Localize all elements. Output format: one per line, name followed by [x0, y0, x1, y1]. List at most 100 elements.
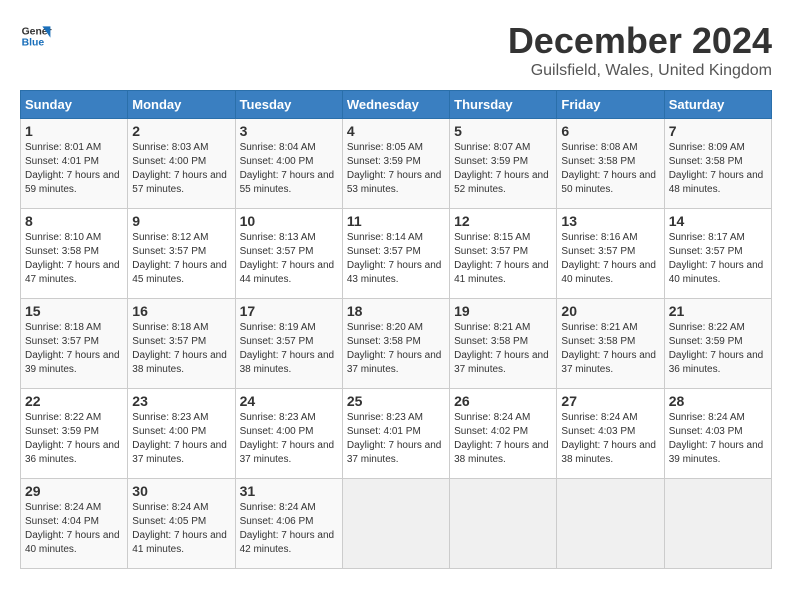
- calendar-day-cell: 18 Sunrise: 8:20 AM Sunset: 3:58 PM Dayl…: [342, 299, 449, 389]
- daylight-label: Daylight: 7 hours and 39 minutes.: [669, 440, 764, 465]
- calendar-day-cell: [557, 479, 664, 569]
- sunrise-label: Sunrise: 8:16 AM: [561, 232, 637, 243]
- calendar-day-cell: 21 Sunrise: 8:22 AM Sunset: 3:59 PM Dayl…: [664, 299, 771, 389]
- sunset-label: Sunset: 4:03 PM: [669, 426, 743, 437]
- weekday-header: Saturday: [664, 91, 771, 119]
- sunset-label: Sunset: 4:00 PM: [132, 426, 206, 437]
- day-info: Sunrise: 8:24 AM Sunset: 4:05 PM Dayligh…: [132, 501, 230, 557]
- day-info: Sunrise: 8:21 AM Sunset: 3:58 PM Dayligh…: [454, 321, 552, 377]
- calendar-day-cell: 25 Sunrise: 8:23 AM Sunset: 4:01 PM Dayl…: [342, 389, 449, 479]
- sunset-label: Sunset: 4:01 PM: [347, 426, 421, 437]
- calendar-day-cell: 23 Sunrise: 8:23 AM Sunset: 4:00 PM Dayl…: [128, 389, 235, 479]
- calendar-day-cell: 10 Sunrise: 8:13 AM Sunset: 3:57 PM Dayl…: [235, 209, 342, 299]
- sunset-label: Sunset: 3:57 PM: [240, 336, 314, 347]
- day-info: Sunrise: 8:16 AM Sunset: 3:57 PM Dayligh…: [561, 231, 659, 287]
- title-area: December 2024 Guilsfield, Wales, United …: [508, 20, 772, 80]
- day-number: 14: [669, 213, 767, 229]
- day-number: 4: [347, 123, 445, 139]
- weekday-header: Tuesday: [235, 91, 342, 119]
- day-info: Sunrise: 8:17 AM Sunset: 3:57 PM Dayligh…: [669, 231, 767, 287]
- daylight-label: Daylight: 7 hours and 43 minutes.: [347, 260, 442, 285]
- daylight-label: Daylight: 7 hours and 59 minutes.: [25, 170, 120, 195]
- day-info: Sunrise: 8:23 AM Sunset: 4:00 PM Dayligh…: [240, 411, 338, 467]
- logo: General Blue: [20, 20, 52, 52]
- calendar-day-cell: [664, 479, 771, 569]
- sunrise-label: Sunrise: 8:24 AM: [240, 502, 316, 513]
- day-info: Sunrise: 8:04 AM Sunset: 4:00 PM Dayligh…: [240, 141, 338, 197]
- daylight-label: Daylight: 7 hours and 52 minutes.: [454, 170, 549, 195]
- calendar-day-cell: 16 Sunrise: 8:18 AM Sunset: 3:57 PM Dayl…: [128, 299, 235, 389]
- sunrise-label: Sunrise: 8:01 AM: [25, 142, 101, 153]
- day-number: 13: [561, 213, 659, 229]
- day-number: 31: [240, 483, 338, 499]
- sunset-label: Sunset: 3:59 PM: [454, 156, 528, 167]
- calendar-day-cell: 24 Sunrise: 8:23 AM Sunset: 4:00 PM Dayl…: [235, 389, 342, 479]
- daylight-label: Daylight: 7 hours and 50 minutes.: [561, 170, 656, 195]
- calendar-week-row: 22 Sunrise: 8:22 AM Sunset: 3:59 PM Dayl…: [21, 389, 772, 479]
- day-info: Sunrise: 8:03 AM Sunset: 4:00 PM Dayligh…: [132, 141, 230, 197]
- daylight-label: Daylight: 7 hours and 41 minutes.: [132, 530, 227, 555]
- sunset-label: Sunset: 3:58 PM: [347, 336, 421, 347]
- sunrise-label: Sunrise: 8:18 AM: [132, 322, 208, 333]
- weekday-header: Friday: [557, 91, 664, 119]
- sunset-label: Sunset: 3:58 PM: [561, 156, 635, 167]
- day-number: 17: [240, 303, 338, 319]
- day-info: Sunrise: 8:24 AM Sunset: 4:04 PM Dayligh…: [25, 501, 123, 557]
- daylight-label: Daylight: 7 hours and 38 minutes.: [561, 440, 656, 465]
- sunrise-label: Sunrise: 8:24 AM: [25, 502, 101, 513]
- day-info: Sunrise: 8:10 AM Sunset: 3:58 PM Dayligh…: [25, 231, 123, 287]
- day-number: 10: [240, 213, 338, 229]
- day-info: Sunrise: 8:09 AM Sunset: 3:58 PM Dayligh…: [669, 141, 767, 197]
- sunrise-label: Sunrise: 8:21 AM: [561, 322, 637, 333]
- sunset-label: Sunset: 3:57 PM: [561, 246, 635, 257]
- sunset-label: Sunset: 3:57 PM: [669, 246, 743, 257]
- calendar-day-cell: [342, 479, 449, 569]
- day-number: 23: [132, 393, 230, 409]
- calendar-day-cell: 17 Sunrise: 8:19 AM Sunset: 3:57 PM Dayl…: [235, 299, 342, 389]
- calendar-day-cell: 8 Sunrise: 8:10 AM Sunset: 3:58 PM Dayli…: [21, 209, 128, 299]
- sunset-label: Sunset: 3:57 PM: [347, 246, 421, 257]
- day-number: 28: [669, 393, 767, 409]
- daylight-label: Daylight: 7 hours and 44 minutes.: [240, 260, 335, 285]
- weekday-header: Wednesday: [342, 91, 449, 119]
- day-number: 27: [561, 393, 659, 409]
- sunset-label: Sunset: 3:57 PM: [132, 336, 206, 347]
- day-number: 20: [561, 303, 659, 319]
- sunrise-label: Sunrise: 8:24 AM: [454, 412, 530, 423]
- sunrise-label: Sunrise: 8:23 AM: [240, 412, 316, 423]
- day-info: Sunrise: 8:18 AM Sunset: 3:57 PM Dayligh…: [132, 321, 230, 377]
- page-subtitle: Guilsfield, Wales, United Kingdom: [508, 62, 772, 80]
- sunset-label: Sunset: 3:57 PM: [25, 336, 99, 347]
- sunset-label: Sunset: 3:57 PM: [454, 246, 528, 257]
- sunset-label: Sunset: 3:57 PM: [240, 246, 314, 257]
- day-number: 30: [132, 483, 230, 499]
- daylight-label: Daylight: 7 hours and 48 minutes.: [669, 170, 764, 195]
- day-number: 3: [240, 123, 338, 139]
- sunset-label: Sunset: 3:59 PM: [347, 156, 421, 167]
- calendar-day-cell: 14 Sunrise: 8:17 AM Sunset: 3:57 PM Dayl…: [664, 209, 771, 299]
- daylight-label: Daylight: 7 hours and 57 minutes.: [132, 170, 227, 195]
- calendar-day-cell: 30 Sunrise: 8:24 AM Sunset: 4:05 PM Dayl…: [128, 479, 235, 569]
- day-number: 16: [132, 303, 230, 319]
- daylight-label: Daylight: 7 hours and 37 minutes.: [240, 440, 335, 465]
- daylight-label: Daylight: 7 hours and 45 minutes.: [132, 260, 227, 285]
- sunrise-label: Sunrise: 8:04 AM: [240, 142, 316, 153]
- day-number: 11: [347, 213, 445, 229]
- calendar-day-cell: 26 Sunrise: 8:24 AM Sunset: 4:02 PM Dayl…: [450, 389, 557, 479]
- calendar-day-cell: 11 Sunrise: 8:14 AM Sunset: 3:57 PM Dayl…: [342, 209, 449, 299]
- sunset-label: Sunset: 4:00 PM: [240, 426, 314, 437]
- day-info: Sunrise: 8:12 AM Sunset: 3:57 PM Dayligh…: [132, 231, 230, 287]
- calendar-day-cell: 29 Sunrise: 8:24 AM Sunset: 4:04 PM Dayl…: [21, 479, 128, 569]
- weekday-header: Monday: [128, 91, 235, 119]
- daylight-label: Daylight: 7 hours and 42 minutes.: [240, 530, 335, 555]
- day-number: 5: [454, 123, 552, 139]
- sunset-label: Sunset: 4:01 PM: [25, 156, 99, 167]
- calendar-week-row: 29 Sunrise: 8:24 AM Sunset: 4:04 PM Dayl…: [21, 479, 772, 569]
- weekday-header: Sunday: [21, 91, 128, 119]
- day-info: Sunrise: 8:07 AM Sunset: 3:59 PM Dayligh…: [454, 141, 552, 197]
- daylight-label: Daylight: 7 hours and 37 minutes.: [454, 350, 549, 375]
- day-number: 18: [347, 303, 445, 319]
- day-number: 21: [669, 303, 767, 319]
- sunset-label: Sunset: 3:57 PM: [132, 246, 206, 257]
- calendar-day-cell: 12 Sunrise: 8:15 AM Sunset: 3:57 PM Dayl…: [450, 209, 557, 299]
